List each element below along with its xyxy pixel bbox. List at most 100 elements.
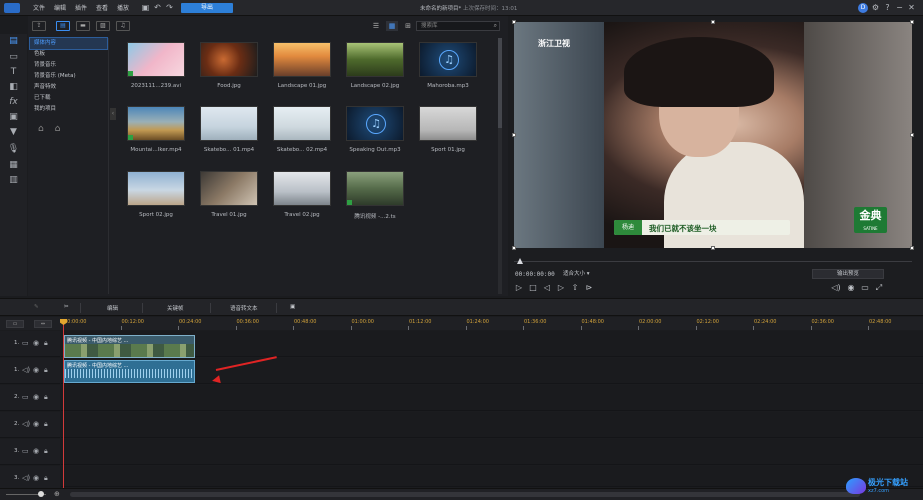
speech-to-text-button[interactable]: 语音转文本 <box>230 304 258 312</box>
stop-icon[interactable]: □ <box>528 283 538 293</box>
next-frame-icon[interactable]: ▷ <box>556 283 566 293</box>
media-thumb[interactable] <box>127 106 185 141</box>
scrollbar-thumb[interactable] <box>498 38 502 128</box>
category-bgm-meta[interactable]: 背景音乐 (Meta) <box>30 71 107 82</box>
visibility-icon[interactable]: ◉ <box>33 393 39 401</box>
edit-button[interactable]: 编辑 <box>107 304 118 312</box>
search-icon[interactable]: ⌕ <box>494 22 497 30</box>
redo-icon[interactable]: ↷ <box>165 3 174 12</box>
chapter-icon[interactable]: ▥ <box>7 175 20 186</box>
media-thumb[interactable] <box>127 171 185 206</box>
save-icon[interactable]: ▣ <box>141 3 150 12</box>
title-icon[interactable]: T <box>7 67 20 78</box>
close-icon[interactable]: ✕ <box>907 3 916 12</box>
menu-plugins[interactable]: 插件 <box>75 3 87 12</box>
play-icon[interactable]: ▷ <box>514 283 524 293</box>
menu-edit[interactable]: 编辑 <box>54 3 66 12</box>
fit-size-select[interactable]: 适合大小 ▾ <box>563 269 599 279</box>
preview-video[interactable]: 浙江卫视 杨迪 我们已就不该坐一块 金典 SATINE <box>514 22 912 248</box>
track-lane-audio-2[interactable] <box>61 412 923 438</box>
media-room-icon[interactable]: ▤ <box>7 36 20 47</box>
templates-icon[interactable]: ▭ <box>7 52 20 63</box>
transition-icon[interactable]: ◧ <box>7 82 20 93</box>
category-bgm[interactable]: 背景音乐 <box>30 60 107 71</box>
seek-track[interactable] <box>514 261 912 262</box>
import-icon[interactable]: ⇪ <box>32 21 46 31</box>
track-header-video-1[interactable]: 1. ▭ ◉ 🔒︎ <box>0 331 60 357</box>
particle-icon[interactable]: ▼ <box>7 127 20 138</box>
remove-tag-icon[interactable]: ⌂ <box>55 124 61 134</box>
resize-handle[interactable] <box>910 133 914 137</box>
library-search-input[interactable]: 搜索库 ⌕ <box>416 21 500 31</box>
resize-handle[interactable] <box>512 246 516 250</box>
timeline-video-clip[interactable]: 腾讯视频 - 中国内地综艺 ... <box>64 335 195 358</box>
zoom-in-icon[interactable]: ⊕ <box>54 490 60 498</box>
collapse-categories-icon[interactable]: ‹ <box>110 108 116 120</box>
volume-icon[interactable]: ◁) <box>831 283 841 293</box>
category-downloaded[interactable]: 已下载 <box>30 93 107 104</box>
video-filter-icon[interactable]: ▬ <box>76 21 90 31</box>
camera-icon[interactable]: ◉ <box>846 283 856 293</box>
user-avatar[interactable]: D <box>858 3 868 13</box>
effects-icon[interactable]: fx <box>7 97 20 108</box>
fit-timeline-icon[interactable]: ⇔ <box>34 320 52 328</box>
track-header-audio-2[interactable]: 2. ◁) ◉ 🔒︎ <box>0 412 60 438</box>
lock-icon[interactable]: 🔒︎ <box>44 339 48 348</box>
scissors-icon[interactable]: ✂ <box>64 304 69 310</box>
subtitle-icon[interactable]: ▦ <box>7 160 20 171</box>
media-thumb[interactable] <box>200 42 258 77</box>
export-button[interactable]: 导出 <box>181 3 233 13</box>
category-my-projects[interactable]: 我的项目 <box>30 104 107 115</box>
minimize-icon[interactable]: − <box>895 3 904 12</box>
help-icon[interactable]: ? <box>883 3 892 12</box>
lock-icon[interactable]: 🔒︎ <box>44 420 48 429</box>
all-media-filter-icon[interactable]: ▤ <box>56 21 70 31</box>
overlay-icon[interactable]: ▣ <box>7 112 20 123</box>
media-thumb[interactable] <box>200 171 258 206</box>
resize-handle[interactable] <box>512 20 516 24</box>
menu-file[interactable]: 文件 <box>33 3 45 12</box>
resize-handle[interactable] <box>711 20 715 24</box>
visibility-icon[interactable]: ◉ <box>33 366 39 374</box>
media-thumb[interactable] <box>273 171 331 206</box>
settings-icon[interactable]: ⚙ <box>871 3 880 12</box>
thumbnail-size-icon[interactable]: ⊞ <box>402 21 414 31</box>
track-lane-audio-3[interactable] <box>61 466 923 487</box>
resize-handle[interactable] <box>711 246 715 250</box>
track-header-video-2[interactable]: 2. ▭ ◉ 🔒︎ <box>0 385 60 411</box>
voiceover-icon[interactable]: 🎙 <box>7 144 20 155</box>
playhead-line[interactable] <box>63 321 64 491</box>
lock-icon[interactable]: 🔒︎ <box>44 393 48 402</box>
track-lane-video-3[interactable] <box>61 439 923 465</box>
more-tools-icon[interactable]: ▣ <box>290 304 295 310</box>
media-thumb[interactable] <box>273 42 331 77</box>
timeline-scrollbar[interactable] <box>70 492 860 497</box>
track-header-audio-1[interactable]: 1. ◁) ◉ 🔒︎ <box>0 358 60 384</box>
resize-handle[interactable] <box>512 133 516 137</box>
audio-filter-icon[interactable]: ♫ <box>116 21 130 31</box>
undo-icon[interactable]: ↶ <box>153 3 162 12</box>
media-thumb[interactable] <box>346 171 404 206</box>
resize-handle[interactable] <box>910 246 914 250</box>
media-thumb[interactable] <box>127 42 185 77</box>
media-thumb[interactable] <box>346 42 404 77</box>
grid-view-icon[interactable]: ▦ <box>386 21 398 31</box>
lock-icon[interactable]: 🔒︎ <box>44 474 48 483</box>
list-view-icon[interactable]: ☰ <box>370 21 382 31</box>
visibility-icon[interactable]: ◉ <box>33 420 39 428</box>
timeline-audio-clip[interactable]: 腾讯视频 - 中国内地综艺 ... <box>64 360 195 383</box>
seek-knob[interactable] <box>517 258 523 264</box>
media-thumb[interactable]: ♫ <box>346 106 404 141</box>
zoom-knob[interactable] <box>38 491 44 497</box>
track-manager-icon[interactable]: ▭ <box>6 320 24 328</box>
menu-view[interactable]: 查看 <box>96 3 108 12</box>
visibility-icon[interactable]: ◉ <box>33 339 39 347</box>
preview-seekbar[interactable] <box>514 258 912 264</box>
track-header-video-3[interactable]: 3. ▭ ◉ 🔒︎ <box>0 439 60 465</box>
menu-playback[interactable]: 播放 <box>117 3 129 12</box>
media-thumb[interactable] <box>273 106 331 141</box>
resize-handle[interactable] <box>910 20 914 24</box>
media-thumb[interactable] <box>419 106 477 141</box>
visibility-icon[interactable]: ◉ <box>33 474 39 482</box>
fast-forward-icon[interactable]: ⊳ <box>584 283 594 293</box>
